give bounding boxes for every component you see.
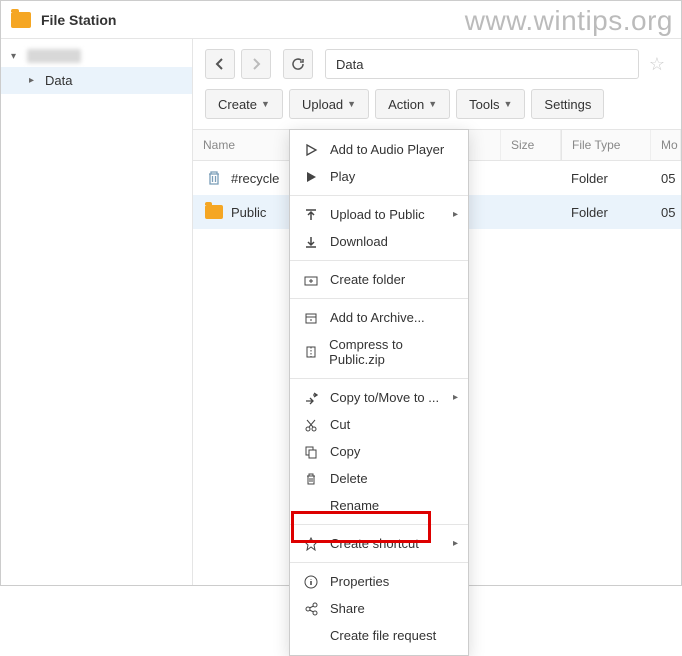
cell-mod: 05 bbox=[651, 205, 681, 220]
sidebar-root[interactable]: ▾ bbox=[1, 45, 192, 67]
upload-icon bbox=[302, 208, 320, 222]
menu-separator bbox=[290, 378, 468, 379]
menu-download[interactable]: Download bbox=[290, 228, 468, 255]
menu-add-audio[interactable]: Add to Audio Player bbox=[290, 136, 468, 163]
navigation-row: Data ☆ bbox=[193, 39, 681, 85]
new-folder-icon bbox=[302, 273, 320, 287]
sidebar: ▾ ▸ Data bbox=[1, 39, 193, 585]
menu-file-request[interactable]: Create file request bbox=[290, 622, 468, 649]
menu-create-folder[interactable]: Create folder bbox=[290, 266, 468, 293]
sidebar-item-data[interactable]: ▸ Data bbox=[1, 67, 192, 94]
titlebar: File Station bbox=[1, 1, 681, 39]
menu-compress[interactable]: Compress to Public.zip bbox=[290, 331, 468, 373]
zip-icon bbox=[302, 345, 319, 359]
cut-icon bbox=[302, 418, 320, 432]
chevron-right-icon: ▸ bbox=[453, 209, 458, 220]
menu-separator bbox=[290, 195, 468, 196]
menu-upload-to[interactable]: Upload to Public ▸ bbox=[290, 201, 468, 228]
action-button[interactable]: Action▼ bbox=[375, 89, 450, 119]
menu-separator bbox=[290, 298, 468, 299]
cell-type: Folder bbox=[561, 205, 651, 220]
refresh-button[interactable] bbox=[283, 49, 313, 79]
delete-icon bbox=[302, 472, 320, 486]
back-button[interactable] bbox=[205, 49, 235, 79]
play-outline-icon bbox=[302, 143, 320, 157]
settings-button[interactable]: Settings bbox=[531, 89, 604, 119]
app-title: File Station bbox=[41, 12, 116, 28]
chevron-right-icon: ▸ bbox=[29, 75, 39, 86]
menu-separator bbox=[290, 562, 468, 563]
menu-properties[interactable]: Properties bbox=[290, 568, 468, 595]
archive-icon bbox=[302, 311, 320, 325]
menu-rename[interactable]: Rename bbox=[290, 492, 468, 519]
menu-copy-move[interactable]: Copy to/Move to ... ▸ bbox=[290, 384, 468, 411]
shortcut-icon bbox=[302, 537, 320, 551]
download-icon bbox=[302, 235, 320, 249]
folder-icon bbox=[205, 205, 223, 219]
move-icon bbox=[302, 391, 320, 405]
cell-type: Folder bbox=[561, 171, 651, 186]
path-text: Data bbox=[336, 57, 363, 72]
chevron-down-icon: ▾ bbox=[11, 51, 23, 62]
chevron-right-icon: ▸ bbox=[453, 392, 458, 403]
col-type[interactable]: File Type bbox=[561, 130, 651, 160]
share-icon bbox=[302, 602, 320, 616]
sidebar-item-label: Data bbox=[45, 73, 72, 88]
path-input[interactable]: Data bbox=[325, 49, 639, 79]
create-button[interactable]: Create▼ bbox=[205, 89, 283, 119]
col-size[interactable]: Size bbox=[501, 130, 561, 160]
play-icon bbox=[302, 170, 320, 184]
app-folder-icon bbox=[11, 12, 31, 28]
menu-play[interactable]: Play bbox=[290, 163, 468, 190]
menu-copy[interactable]: Copy bbox=[290, 438, 468, 465]
menu-delete[interactable]: Delete bbox=[290, 465, 468, 492]
forward-button[interactable] bbox=[241, 49, 271, 79]
tools-button[interactable]: Tools▼ bbox=[456, 89, 525, 119]
cell-mod: 05 bbox=[651, 171, 681, 186]
menu-shortcut[interactable]: Create shortcut ▸ bbox=[290, 530, 468, 557]
sidebar-root-label bbox=[27, 49, 81, 63]
menu-share[interactable]: Share bbox=[290, 595, 468, 622]
trash-icon bbox=[205, 171, 223, 185]
col-modified[interactable]: Mo bbox=[651, 130, 681, 160]
context-menu: Add to Audio Player Play Upload to Publi… bbox=[289, 129, 469, 656]
chevron-right-icon: ▸ bbox=[453, 538, 458, 549]
menu-separator bbox=[290, 524, 468, 525]
menu-separator bbox=[290, 260, 468, 261]
toolbar: Create▼ Upload▼ Action▼ Tools▼ Settings bbox=[193, 85, 681, 129]
menu-add-archive[interactable]: Add to Archive... bbox=[290, 304, 468, 331]
upload-button[interactable]: Upload▼ bbox=[289, 89, 369, 119]
info-icon bbox=[302, 575, 320, 589]
copy-icon bbox=[302, 445, 320, 459]
menu-cut[interactable]: Cut bbox=[290, 411, 468, 438]
star-icon[interactable]: ☆ bbox=[645, 54, 669, 75]
